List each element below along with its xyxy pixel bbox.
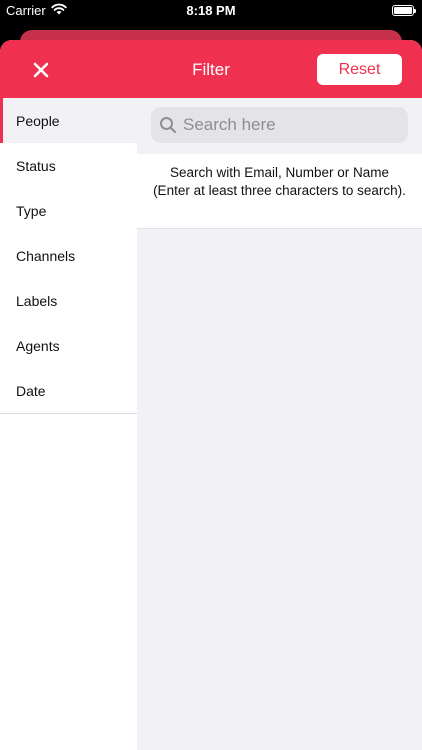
search-bar[interactable] — [151, 107, 408, 143]
menu-list: People Status Type Channels Labels Agent… — [0, 98, 137, 414]
nav-bar: Filter Reset — [0, 40, 422, 98]
filter-sheet: Filter Reset People Status Type Channels… — [0, 40, 422, 750]
menu-item-type[interactable]: Type — [0, 188, 137, 233]
filter-menu: People Status Type Channels Labels Agent… — [0, 98, 137, 750]
status-bar: Carrier 8:18 PM — [0, 0, 422, 22]
menu-item-labels[interactable]: Labels — [0, 278, 137, 323]
menu-item-people[interactable]: People — [0, 98, 137, 143]
filter-panel: Search with Email, Number or Name (Enter… — [137, 98, 422, 750]
reset-button[interactable]: Reset — [317, 54, 402, 85]
menu-item-agents[interactable]: Agents — [0, 323, 137, 368]
menu-item-date[interactable]: Date — [0, 368, 137, 413]
menu-item-channels[interactable]: Channels — [0, 233, 137, 278]
menu-item-status[interactable]: Status — [0, 143, 137, 188]
clock: 8:18 PM — [186, 3, 236, 18]
search-input[interactable] — [183, 115, 393, 135]
search-hint: Search with Email, Number or Name (Enter… — [137, 154, 422, 229]
battery-icon — [392, 5, 416, 16]
search-icon — [160, 117, 177, 134]
